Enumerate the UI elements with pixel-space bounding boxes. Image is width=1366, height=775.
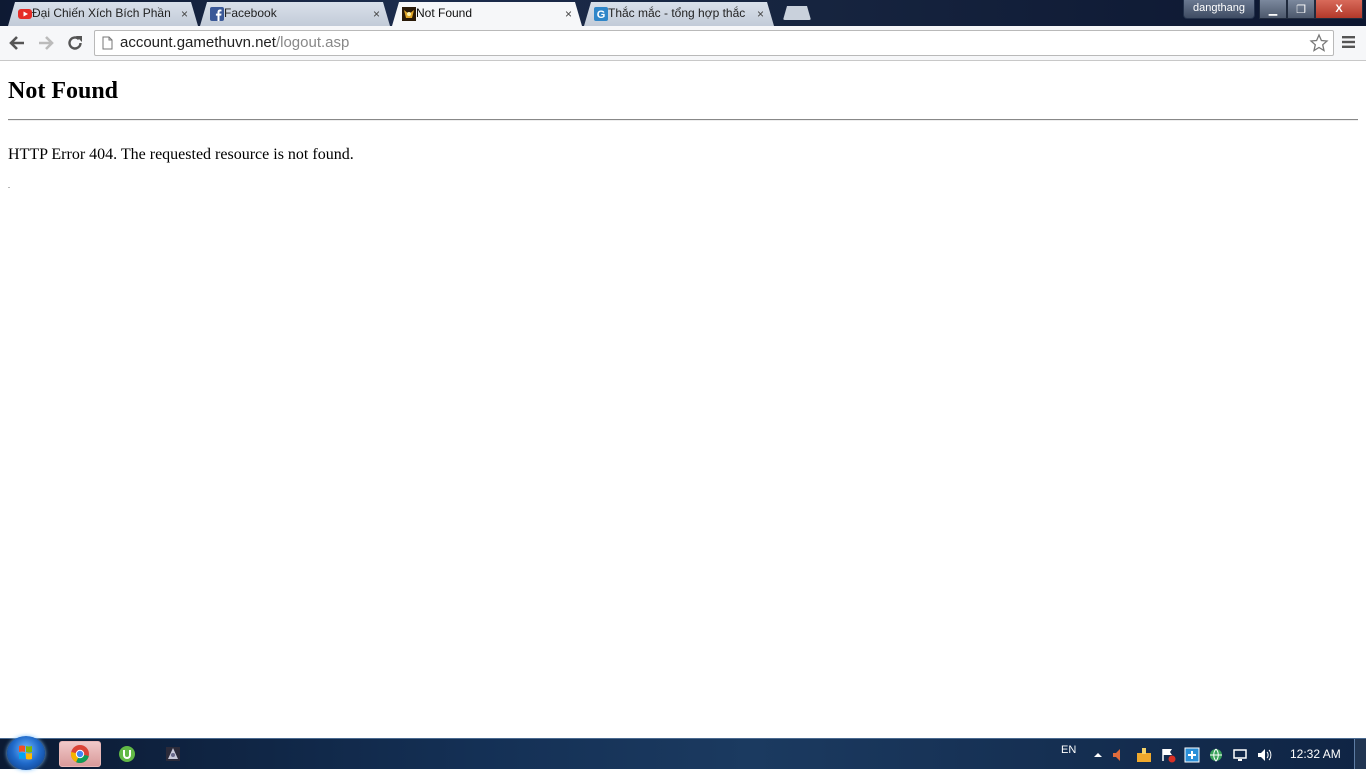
speaker-muted-icon[interactable] [1111,747,1127,763]
tab-youtube[interactable]: Đại Chiến Xích Bích Phần × [8,2,198,26]
trailing-text: . [8,181,10,190]
system-clock[interactable]: 12:32 AM [1290,747,1341,761]
youtube-icon [18,7,32,21]
taskbar-chrome[interactable] [59,741,101,767]
svg-text:G: G [597,9,606,21]
page-content: Not Found HTTP Error 404. The requested … [0,61,1366,738]
bookmark-star-icon[interactable] [1309,33,1329,53]
network-connection-icon[interactable] [1232,747,1248,763]
page-icon [102,36,113,50]
new-tab-button[interactable] [783,6,811,20]
minimize-button[interactable]: ▁ [1259,0,1287,19]
reload-icon [68,36,82,50]
tab-close-icon[interactable]: × [373,3,380,25]
tab-close-icon[interactable]: × [565,3,572,25]
menu-icon[interactable] [1340,33,1358,51]
close-window-button[interactable]: X [1315,0,1363,19]
tab-thac-mac[interactable]: G Thắc mắc - tổng hợp thắc × [584,2,774,26]
network-warning-icon[interactable] [1136,747,1152,763]
windows-logo-icon [19,745,32,760]
tab-not-found[interactable]: Not Found × [392,2,582,26]
back-button[interactable] [5,31,29,55]
tab-label: Not Found [416,6,473,20]
action-center-flag-icon[interactable] [1160,747,1176,763]
tab-close-icon[interactable]: × [181,3,188,25]
tab-facebook[interactable]: Facebook × [200,2,390,26]
taskbar: EN 12:32 AM [0,736,1366,770]
language-indicator[interactable]: EN [1061,744,1076,756]
security-app-icon[interactable] [1184,747,1200,763]
game-icon [166,747,180,761]
url-domain: account.gamethuvn.net [120,34,276,51]
show-hidden-icons-icon[interactable] [1090,747,1106,763]
reload-button[interactable] [63,31,87,55]
back-arrow-icon [9,36,24,50]
g-site-icon: G [594,7,608,21]
show-desktop-button[interactable] [1354,739,1366,769]
taskbar-utorrent[interactable] [106,741,148,767]
url-path: /logout.asp [275,34,350,51]
error-message: HTTP Error 404. The requested resource i… [8,146,354,163]
tab-close-icon[interactable]: × [757,3,764,25]
user-profile-badge[interactable]: dangthang [1183,0,1255,19]
browser-toolbar: account.gamethuvn.net/logout.asp [0,26,1366,61]
tab-label: Đại Chiến Xích Bích Phần [32,6,171,20]
page-title: Not Found [8,78,119,104]
divider [8,119,1358,121]
network-globe-icon[interactable] [1208,747,1224,763]
forward-button[interactable] [34,31,58,55]
tab-label: Thắc mắc - tổng hợp thắc [608,6,746,20]
window-controls: ▁ ❐ X [1259,0,1363,19]
url-text[interactable]: account.gamethuvn.net/logout.asp [120,31,349,55]
volume-icon[interactable] [1256,747,1272,763]
title-bar: Đại Chiến Xích Bích Phần × Facebook × No… [0,0,1366,26]
maximize-button[interactable]: ❐ [1287,0,1315,19]
site-icon [402,7,416,21]
forward-arrow-icon [39,36,54,50]
chrome-icon [70,745,89,764]
tab-label: Facebook [224,6,277,20]
start-button[interactable] [7,736,45,770]
taskbar-game[interactable] [152,741,194,767]
address-bar[interactable]: account.gamethuvn.net/logout.asp [94,30,1334,56]
utorrent-icon [119,746,135,762]
facebook-icon [210,7,224,21]
